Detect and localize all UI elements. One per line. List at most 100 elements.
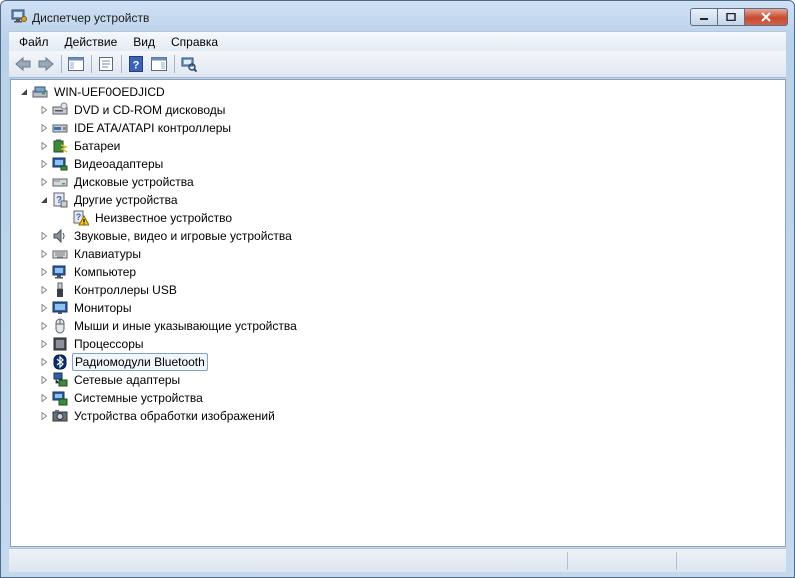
computer-root-icon [32,84,48,100]
expand-arrow-icon[interactable] [39,339,49,349]
tree-item[interactable]: DVD и CD-ROM дисководы [39,101,227,119]
tree-item[interactable]: Клавиатуры [39,245,143,263]
device-manager-window: Диспетчер устройств Файл Действие Вид Сп… [0,0,795,578]
minimize-icon [700,18,708,20]
expand-arrow-icon[interactable] [39,321,49,331]
expand-arrow-icon[interactable] [39,249,49,259]
tree-item[interactable]: Дисковые устройства [39,173,196,191]
other-devices-icon: ? [52,192,68,208]
expand-arrow-icon[interactable] [39,357,49,367]
keyboard-icon [52,246,68,262]
bluetooth-icon [52,354,68,370]
tree-item-label: Батареи [74,139,121,153]
tree-item-label: Устройства обработки изображений [74,409,275,423]
back-button[interactable] [13,54,33,74]
tree-item[interactable]: Компьютер [39,263,138,281]
tree-item-label: DVD и CD-ROM дисководы [74,103,226,117]
status-divider [676,552,677,570]
menu-action[interactable]: Действие [57,35,126,49]
mouse-icon [52,318,68,334]
tree-item-label: Видеоадаптеры [74,157,164,171]
action-pane-icon [151,57,167,71]
status-divider [567,552,568,570]
expand-arrow-icon[interactable] [39,393,49,403]
display-adapter-icon [52,156,68,172]
maximize-button[interactable] [717,8,744,26]
tree-item-label: Звуковые, видео и игровые устройства [74,229,292,243]
tree-item[interactable]: Видеоадаптеры [39,155,165,173]
tree-item-label: Сетевые адаптеры [74,373,181,387]
title-bar[interactable]: Диспетчер устройств [1,1,794,31]
tree-child-label: Неизвестное устройство [95,211,233,225]
tree-item-label: Мыши и иные указывающие устройства [74,319,297,333]
tree-item[interactable]: Батареи [39,137,122,155]
tree-item[interactable]: Контроллеры USB [39,281,179,299]
tree-item[interactable]: Системные устройства [39,389,205,407]
expand-arrow-icon[interactable] [39,303,49,313]
tree-item-label: Компьютер [74,265,137,279]
tree-item[interactable]: Радиомодули Bluetooth [39,353,208,371]
expand-arrow-icon[interactable] [39,159,49,169]
tree-item[interactable]: Мониторы [39,299,133,317]
properties-button[interactable] [96,54,116,74]
system-devices-icon [52,390,68,406]
tree-item-label: Процессоры [74,337,144,351]
tree-child-item[interactable]: ? Неизвестное устройство [73,209,234,227]
status-bar [9,548,786,572]
svg-text:?: ? [133,60,140,72]
sound-icon [52,228,68,244]
forward-arrow-icon [38,56,54,72]
action-pane-button[interactable] [149,54,169,74]
expand-arrow-icon[interactable] [39,375,49,385]
expand-arrow-icon[interactable] [39,123,49,133]
device-tree[interactable]: WIN-UEF0OEDJICD DVD и CD-ROM дисководы ID… [10,79,786,547]
tree-item-label: Радиомодули Bluetooth [72,353,208,371]
forward-button[interactable] [36,54,56,74]
expand-arrow-icon[interactable] [39,231,49,241]
tree-item[interactable]: Устройства обработки изображений [39,407,277,425]
tree-item-label: Мониторы [74,301,132,315]
tree-root[interactable]: WIN-UEF0OEDJICD [19,83,167,101]
menu-view[interactable]: Вид [125,35,163,49]
toolbar-separator [174,55,175,73]
tree-item[interactable]: Процессоры [39,335,146,353]
tree-item[interactable]: Мыши и иные указывающие устройства [39,317,299,335]
unknown-device-warning-icon: ? [73,210,89,226]
minimize-button[interactable] [690,8,717,26]
menu-bar: Файл Действие Вид Справка [9,31,786,51]
usb-icon [52,282,68,298]
expand-arrow-icon[interactable] [39,285,49,295]
expand-arrow-icon[interactable] [39,411,49,421]
ide-controller-icon [52,120,68,136]
collapse-arrow-icon[interactable] [19,87,29,97]
expand-arrow-icon[interactable] [39,267,49,277]
expand-arrow-icon[interactable] [39,177,49,187]
tree-item[interactable]: ? Другие устройства [39,191,180,209]
dvd-drive-icon [52,102,68,118]
tree-item[interactable]: Звуковые, видео и игровые устройства [39,227,294,245]
expand-arrow-icon[interactable] [39,105,49,115]
menu-help[interactable]: Справка [163,35,226,49]
show-hide-console-tree-button[interactable] [66,54,86,74]
monitor-icon [52,300,68,316]
scan-hardware-button[interactable] [179,54,199,74]
tree-item[interactable]: IDE ATA/ATAPI контроллеры [39,119,233,137]
network-adapter-icon [52,372,68,388]
tree-item-label: Дисковые устройства [74,175,194,189]
close-button[interactable] [744,8,788,26]
show-hide-console-tree-icon [68,57,84,71]
computer-icon [52,264,68,280]
toolbar-separator [91,55,92,73]
device-manager-icon [11,9,27,23]
battery-icon [52,138,68,154]
expand-arrow-icon[interactable] [39,141,49,151]
tree-item[interactable]: Сетевые адаптеры [39,371,182,389]
help-button[interactable]: ? [126,54,146,74]
help-icon: ? [129,56,143,72]
collapse-arrow-icon[interactable] [39,195,49,205]
toolbar-separator [61,55,62,73]
imaging-device-icon [52,408,68,424]
menu-file[interactable]: Файл [11,35,57,49]
scan-hardware-icon [181,57,197,72]
tree-item-label: Клавиатуры [74,247,141,261]
